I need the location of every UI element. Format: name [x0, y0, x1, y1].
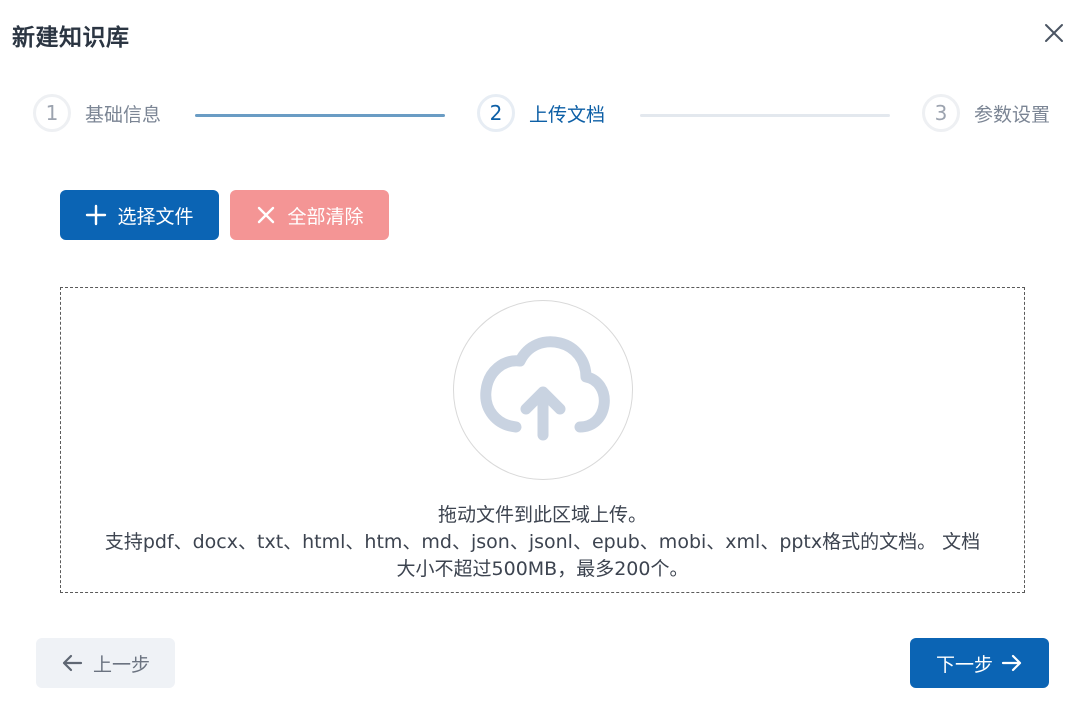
step-label: 基础信息: [85, 103, 162, 126]
clear-all-label: 全部清除: [287, 205, 364, 228]
close-icon[interactable]: [1042, 21, 1066, 45]
step-parameters: 3 参数设置: [922, 94, 1050, 132]
step-label: 参数设置: [974, 103, 1051, 126]
size-limit-text: 大小不超过500MB，最多200个。: [396, 558, 689, 580]
step-number: 3: [922, 94, 960, 132]
upload-icon-circle: [453, 300, 633, 480]
cloud-upload-icon: [480, 336, 610, 441]
prev-step-button[interactable]: 上一步: [36, 638, 175, 688]
supported-formats-text: 支持pdf、docx、txt、html、htm、md、json、jsonl、ep…: [104, 531, 981, 553]
arrow-left-icon: [61, 652, 83, 674]
next-step-button[interactable]: 下一步: [910, 638, 1049, 688]
prev-step-label: 上一步: [92, 653, 150, 676]
step-basic-info: 1 基础信息: [33, 94, 161, 132]
step-upload-docs: 2 上传文档: [477, 94, 605, 132]
select-files-button[interactable]: 选择文件: [60, 190, 219, 240]
clear-all-button[interactable]: 全部清除: [230, 190, 389, 240]
step-connector-pending: [640, 114, 890, 117]
step-number: 1: [33, 94, 71, 132]
next-step-label: 下一步: [935, 653, 993, 676]
dialog-title: 新建知识库: [12, 25, 130, 51]
arrow-right-icon: [1001, 652, 1023, 674]
plus-icon: [85, 204, 107, 226]
new-knowledge-base-dialog: 新建知识库 1 基础信息 2 上传文档 3 参数设置 选择文件 全部清除 拖动文…: [0, 0, 1084, 711]
x-icon: [255, 204, 277, 226]
step-number: 2: [477, 94, 515, 132]
select-files-label: 选择文件: [117, 205, 194, 228]
drop-hint-line: 拖动文件到此区域上传。: [437, 504, 647, 526]
step-label: 上传文档: [529, 103, 606, 126]
step-connector-done: [195, 114, 445, 117]
file-drop-zone[interactable]: 拖动文件到此区域上传。 支持pdf、docx、txt、html、htm、md、j…: [60, 287, 1025, 593]
